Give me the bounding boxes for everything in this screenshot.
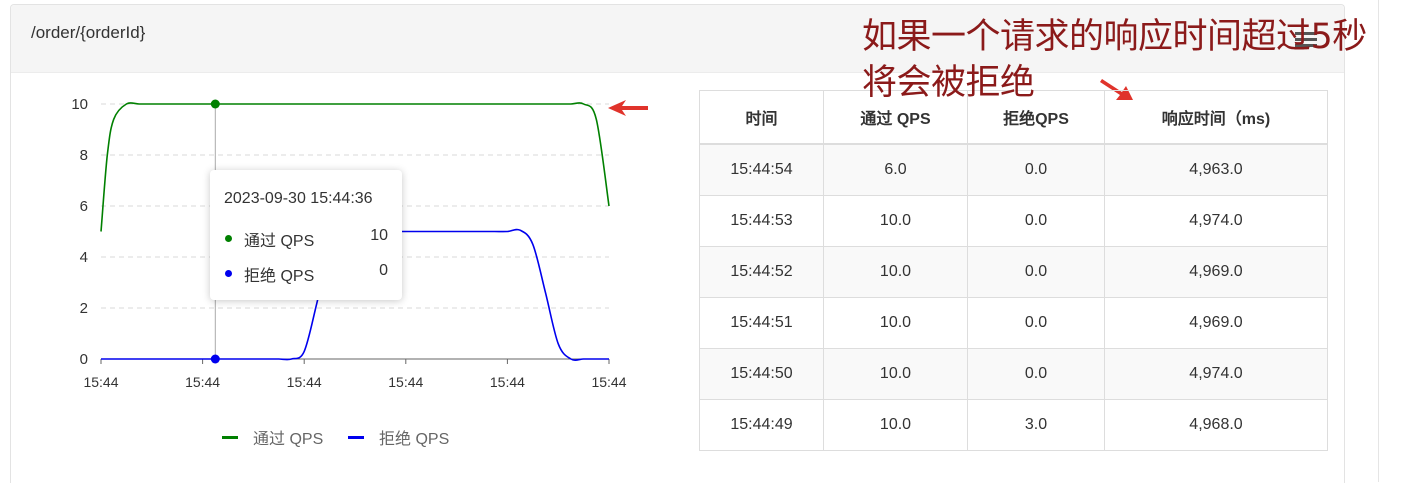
- qps-table: 时间 通过 QPS 拒绝QPS 响应时间（ms) 15:44:54 6.0 0.0 4…: [699, 90, 1328, 451]
- y-tick-label: 8: [80, 147, 88, 164]
- cell-time: 15:44:50: [699, 348, 824, 400]
- cell-pass-qps: 10.0: [823, 246, 968, 298]
- annotation-line-2: 将会被拒绝: [862, 63, 1035, 103]
- cell-reject-qps: 0.0: [967, 143, 1105, 196]
- cell-time: 15:44:53: [699, 195, 824, 247]
- legend-label: 通过 QPS: [253, 431, 324, 448]
- cell-reject-qps: 3.0: [967, 399, 1105, 451]
- y-tick-label: 10: [71, 96, 88, 113]
- x-tick-label: 15:44: [388, 374, 423, 390]
- cell-reject-qps: 0.0: [967, 348, 1105, 400]
- table-row: 15:44:52 10.0 0.0 4,969.0: [699, 246, 1328, 298]
- annotation-line-1: 如果一个请求的响应时间超过5秒: [862, 17, 1367, 57]
- cell-response-time: 4,968.0: [1104, 399, 1328, 451]
- cell-pass-qps: 6.0: [823, 143, 968, 196]
- y-tick-label: 6: [80, 198, 88, 215]
- y-tick-label: 4: [80, 249, 88, 266]
- reject-dot-icon: [225, 270, 232, 277]
- cell-time: 15:44:52: [699, 246, 824, 298]
- pass-dot-icon: [225, 235, 232, 242]
- cell-response-time: 4,969.0: [1104, 246, 1328, 298]
- tooltip-row-reject: 拒绝 QPS 0: [224, 262, 388, 285]
- x-tick-label: 15:44: [185, 374, 220, 390]
- cell-reject-qps: 0.0: [967, 246, 1105, 298]
- cell-time: 15:44:49: [699, 399, 824, 451]
- tooltip-series-name: 拒绝 QPS: [244, 268, 315, 285]
- y-tick-label: 2: [80, 300, 88, 317]
- table-row: 15:44:54 6.0 0.0 4,963.0: [699, 143, 1328, 196]
- cell-response-time: 4,974.0: [1104, 195, 1328, 247]
- y-tick-label: 0: [80, 351, 88, 368]
- x-tick-label: 15:44: [591, 374, 626, 390]
- red-arrow-icon: [608, 100, 648, 116]
- cell-pass-qps: 10.0: [823, 348, 968, 400]
- tooltip-series-name: 通过 QPS: [244, 233, 315, 250]
- cell-time: 15:44:54: [699, 143, 824, 196]
- hover-point: [210, 354, 220, 364]
- cell-pass-qps: 10.0: [823, 195, 968, 247]
- table-row: 15:44:53 10.0 0.0 4,974.0: [699, 195, 1328, 247]
- table-row: 15:44:50 10.0 0.0 4,974.0: [699, 348, 1328, 400]
- tooltip-row-pass: 通过 QPS 10: [224, 227, 388, 250]
- x-tick-label: 15:44: [287, 374, 322, 390]
- cell-pass-qps: 10.0: [823, 297, 968, 349]
- cell-pass-qps: 10.0: [823, 399, 968, 451]
- reject-line-icon: [348, 436, 364, 439]
- cell-reject-qps: 0.0: [967, 297, 1105, 349]
- pass-line-icon: [222, 436, 238, 439]
- cell-reject-qps: 0.0: [967, 195, 1105, 247]
- tooltip-series-value: 0: [379, 262, 388, 279]
- tooltip-series-value: 10: [370, 227, 388, 244]
- cell-response-time: 4,963.0: [1104, 143, 1328, 196]
- x-tick-label: 15:44: [490, 374, 525, 390]
- hover-point: [210, 99, 220, 109]
- x-tick-label: 15:44: [83, 374, 118, 390]
- annotation-text: 如果一个请求的响应时间超过5秒 将会被拒绝: [862, 14, 1367, 106]
- cell-response-time: 4,969.0: [1104, 297, 1328, 349]
- table-row: 15:44:51 10.0 0.0 4,969.0: [699, 297, 1328, 349]
- table-row: 15:44:49 10.0 3.0 4,968.0: [699, 399, 1328, 451]
- chart-tooltip: 2023-09-30 15:44:36 通过 QPS 10 拒绝 QPS 0: [210, 170, 402, 300]
- column-header-time: 时间: [699, 90, 824, 145]
- legend-label: 拒绝 QPS: [379, 431, 450, 448]
- cell-response-time: 4,974.0: [1104, 348, 1328, 400]
- cell-time: 15:44:51: [699, 297, 824, 349]
- tooltip-time: 2023-09-30 15:44:36: [224, 190, 373, 207]
